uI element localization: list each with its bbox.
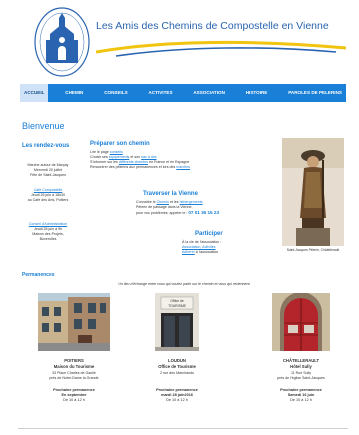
adherer-link[interactable]: Adhérer <box>182 250 195 254</box>
rendezvous-event3: Conseil d'Administration Jeudi 28 juin à… <box>14 222 82 242</box>
participer-title: Participer <box>195 231 223 237</box>
nav-chemin[interactable]: CHEMIN <box>61 84 87 102</box>
text: en France et en Espagne <box>147 160 190 164</box>
permanence-time: De 10 à 12 h <box>63 398 85 402</box>
traverser-line3: pour vos problèmes, appeler le : 07 01 3… <box>136 210 276 216</box>
sac-a-dos-link[interactable]: sac à dos <box>141 155 156 159</box>
rendezvous-event1: Marche autour de Marçay Mercredi 20 juil… <box>14 163 82 178</box>
text: Choisir ses <box>90 155 109 159</box>
text: à l'association <box>194 250 219 254</box>
poitiers-city: POITIERS <box>64 358 84 363</box>
chatellerault-city: CHÂTELLERAULT <box>282 358 320 363</box>
nav-accueil[interactable]: ACCUEIL <box>20 84 49 102</box>
poitiers-image <box>38 293 110 351</box>
permanence-time: De 10 à 12 h <box>290 398 312 402</box>
site-title: Les Amis des Chemins de Compostelle en V… <box>96 20 329 32</box>
permanences-title: Permanences <box>22 272 55 278</box>
prepare-line4: Rencontrer des pèlerins aux permanences … <box>90 165 275 170</box>
page: Les Amis des Chemins de Compostelle en V… <box>4 0 355 435</box>
text: pour vos problèmes, appeler le : <box>136 211 188 215</box>
nav-activites[interactable]: ACTIVITES <box>145 84 177 102</box>
loudun-permanence: Prochaine permanence mardi 28 juin2016 D… <box>137 388 217 403</box>
phone-number[interactable]: 07 01 36 15 23 <box>188 210 219 215</box>
svg-text:TOURISME: TOURISME <box>168 304 187 308</box>
nav-association[interactable]: ASSOCIATION <box>189 84 229 102</box>
chatellerault-permanence: Prochaine permanence Samedi 16 juin De 1… <box>261 388 341 403</box>
rendezvous-title: Les rendez-vous <box>22 143 70 149</box>
loudun-venue: Office de Tourisme <box>158 364 196 369</box>
traverser-text: Connaître le Chemin et les hébergements … <box>136 200 276 216</box>
poitiers-address: 33 Place Charles de Gaulle près de Notre… <box>34 371 114 381</box>
nav-histoire[interactable]: HISTOIRE <box>242 84 272 102</box>
chemin-link[interactable]: Chemin <box>157 200 169 204</box>
text: Lire le page <box>90 150 110 154</box>
loudun-photo: Office de TOURISME <box>155 293 199 351</box>
statue-image <box>282 138 344 246</box>
association-logo[interactable] <box>34 6 90 78</box>
text: et son <box>129 155 142 159</box>
chatellerault-address: 11 Rue Sully près de l'église Saint-Jacq… <box>261 371 341 381</box>
footer-divider <box>18 428 348 429</box>
permanences-intro: Un lieu d'échange entre vous qui voulez … <box>118 282 250 286</box>
address-line: près de Notre-Dame la Grande <box>49 376 99 380</box>
poitiers-photo <box>38 293 110 351</box>
poitiers-venue: Maison du Tourisme <box>53 364 95 369</box>
nav-paroles[interactable]: PAROLES DE PELERINS <box>284 84 346 102</box>
conseils-link[interactable]: conseils <box>110 150 123 154</box>
marches-link[interactable]: marches <box>176 165 190 169</box>
statue-caption: Saint-Jacques Pèlerin, Châtellerault <box>286 248 340 252</box>
page-title: Bienvenue <box>22 121 65 131</box>
chemins-link[interactable]: différents chemins <box>119 160 148 164</box>
event2-line: au Café des Arts, Poitiers <box>27 198 69 202</box>
chatellerault-image <box>272 293 330 351</box>
chatellerault-venue: Hôtel Sully <box>290 364 312 369</box>
text: S'informer sur les <box>90 160 119 164</box>
event1-line: Fête de Saint-Jacques <box>30 173 66 177</box>
address-line: près de l'église Saint-Jacques <box>277 376 325 380</box>
hebergements-link[interactable]: hébergements <box>180 200 203 204</box>
text: Rencontrer des pèlerins aux permanences … <box>90 165 177 169</box>
address-line: 2 rue des Marchands <box>160 371 194 375</box>
prepare-text: Lire le page conseils Choisir ses équipe… <box>90 150 275 170</box>
traverser-title: Traverser la Vienne <box>143 191 198 197</box>
nav-conseils[interactable]: CONSEILS <box>100 84 131 102</box>
rendezvous-event2: Café Compostelle Jeudi 26 juin à 18h30 a… <box>14 188 82 203</box>
loudun-city: LOUDUN <box>168 358 186 363</box>
loudun-image: Office de TOURISME <box>155 293 199 351</box>
permanence-time: De 10 à 12 h <box>166 398 188 402</box>
chatellerault-photo <box>272 293 330 351</box>
participer-text: À la vie de l'association : Association,… <box>182 240 272 255</box>
event3-line: Buxerolles <box>39 237 57 241</box>
svg-text:Office de: Office de <box>170 299 184 303</box>
text: Connaître le <box>136 200 157 204</box>
poitiers-permanence: Prochaine permanence En septembre De 10 … <box>34 388 114 403</box>
statue-photo <box>282 138 344 246</box>
title-swoosh <box>96 40 346 57</box>
prepare-title: Préparer son chemin <box>90 141 150 147</box>
participer-line2: Adhérer à l'association <box>182 250 272 255</box>
equipements-link[interactable]: équipements <box>109 155 130 159</box>
loudun-address: 2 rue des Marchands <box>137 371 217 376</box>
main-nav: ACCUEIL CHEMIN CONSEILS ACTIVITES ASSOCI… <box>20 84 346 102</box>
text: et les <box>168 200 180 204</box>
